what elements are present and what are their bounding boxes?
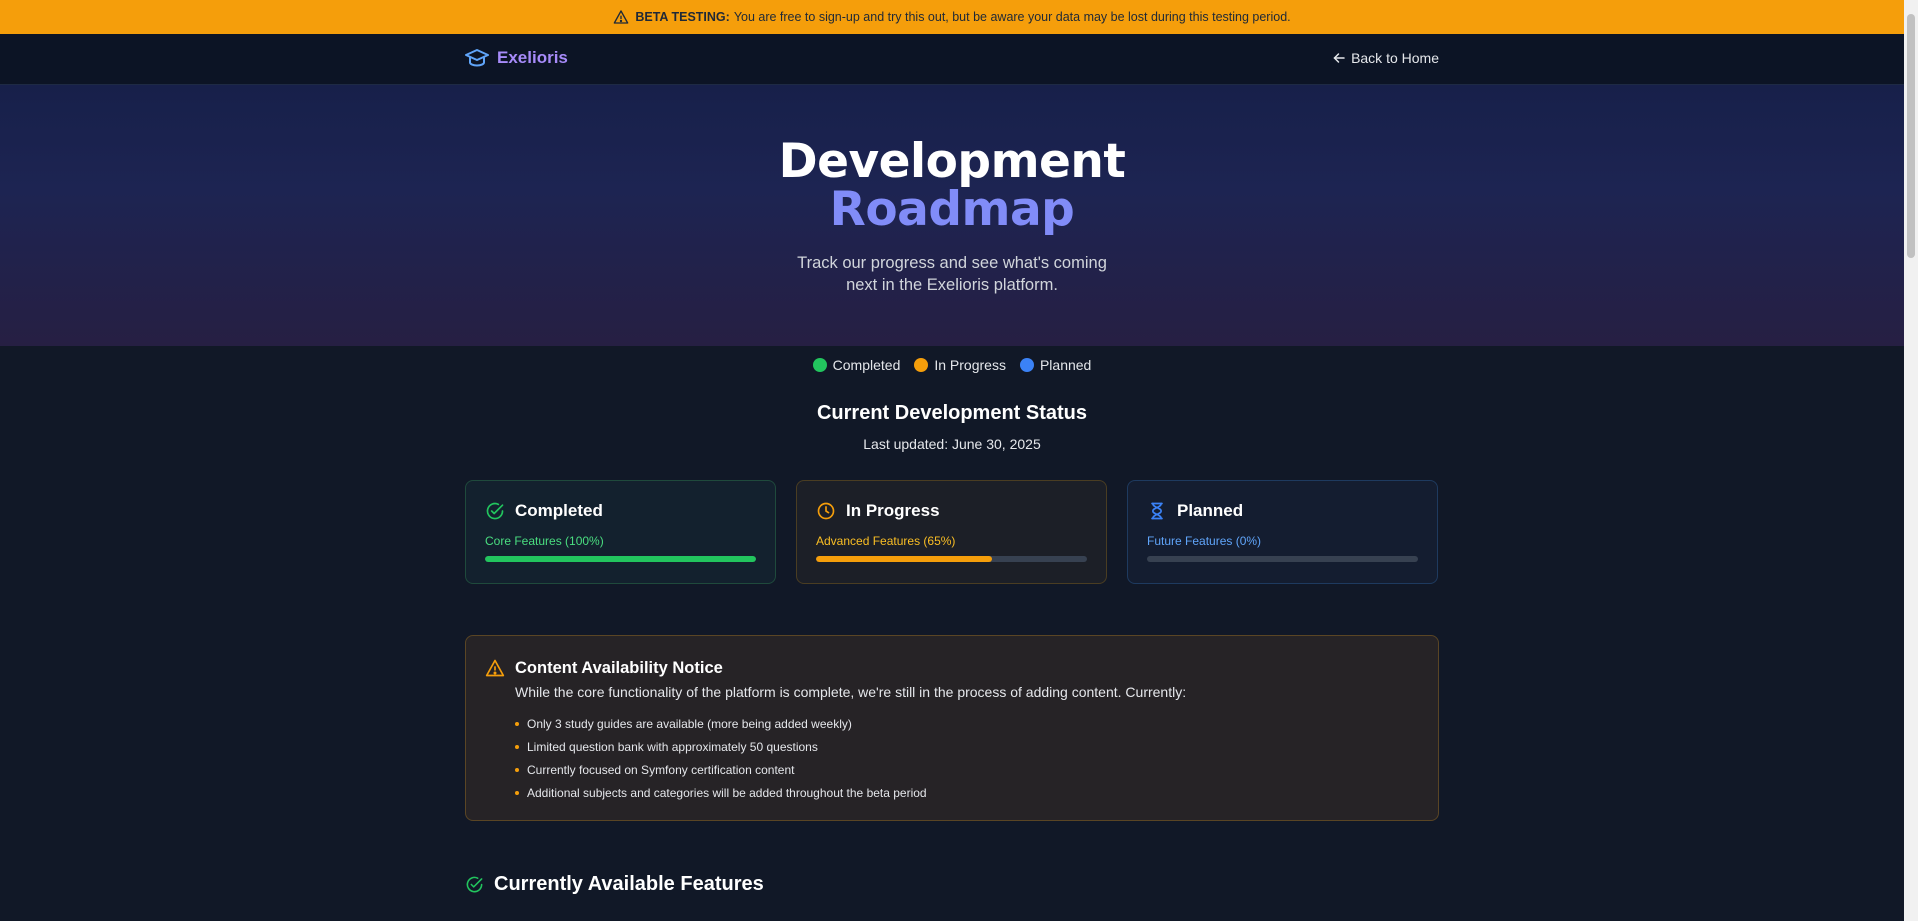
list-item: Limited question bank with approximately…: [515, 735, 1419, 758]
beta-text: You are free to sign-up and try this out…: [733, 10, 1291, 24]
legend-item-planned: Planned: [1019, 357, 1092, 373]
status-card-in-progress: In Progress Advanced Features (65%): [796, 480, 1107, 584]
navbar: Exelioris Back to Home: [0, 34, 1904, 85]
legend-label: Planned: [1039, 357, 1092, 373]
notice-title: Content Availability Notice: [515, 658, 723, 677]
legend-dot-planned: [1019, 358, 1034, 372]
content-availability-notice: Content Availability Notice While the co…: [465, 635, 1439, 821]
brand-name: Exelioris: [497, 48, 568, 67]
status-cards: Completed Core Features (100%) In Progre…: [465, 480, 1439, 584]
card-subtitle: Advanced Features (65%): [816, 534, 956, 548]
hero-section: Development Roadmap Track our progress a…: [0, 85, 1904, 346]
beta-label: BETA TESTING:: [635, 10, 730, 24]
warning-triangle-icon: [614, 10, 629, 24]
list-item: Additional subjects and categories will …: [515, 781, 1419, 804]
legend-item-completed: Completed: [812, 357, 901, 373]
card-title: Planned: [1177, 501, 1244, 520]
progress-bar: [1147, 556, 1418, 562]
brand-logo[interactable]: Exelioris: [465, 48, 568, 68]
card-subtitle: Future Features (0%): [1147, 534, 1262, 548]
back-to-home-label: Back to Home: [1351, 50, 1439, 66]
arrow-left-icon: [1333, 53, 1345, 63]
back-to-home-link[interactable]: Back to Home: [1333, 50, 1439, 66]
check-circle-icon: [486, 502, 504, 520]
warning-triangle-icon: [485, 659, 505, 677]
features-title: Currently Available Features: [494, 873, 764, 895]
status-card-planned: Planned Future Features (0%): [1127, 480, 1438, 584]
available-features-heading: Currently Available Features: [465, 873, 764, 896]
page-title-line2: Roadmap: [829, 182, 1075, 237]
list-item: Only 3 study guides are available (more …: [515, 712, 1419, 735]
legend-label: In Progress: [934, 357, 1006, 373]
card-title: In Progress: [846, 501, 940, 520]
progress-bar: [485, 556, 756, 562]
beta-banner: BETA TESTING: You are free to sign-up and…: [0, 0, 1904, 34]
status-legend: Completed In Progress Planned: [0, 346, 1904, 373]
progress-fill: [485, 556, 756, 562]
graduation-cap-icon: [465, 49, 489, 67]
status-title: Current Development Status: [816, 402, 1088, 424]
last-updated: Last updated: June 30, 2025: [863, 436, 1041, 452]
legend-item-in-progress: In Progress: [914, 357, 1006, 373]
notice-text: While the core functionality of the plat…: [515, 684, 1187, 700]
hourglass-icon: [1151, 502, 1163, 520]
page-title: Development Roadmap: [0, 85, 1904, 234]
card-title: Completed: [515, 501, 603, 520]
progress-fill: [816, 556, 993, 562]
status-card-completed: Completed Core Features (100%): [465, 480, 776, 584]
check-circle-icon: [466, 876, 483, 893]
hero-subtitle: Track our progress and see what's coming…: [797, 254, 1107, 294]
legend-dot-completed: [812, 358, 827, 372]
notice-list: Only 3 study guides are available (more …: [515, 712, 1419, 804]
legend-label: Completed: [832, 357, 901, 373]
legend-dot-in-progress: [914, 358, 929, 372]
clock-icon: [817, 502, 835, 520]
scrollbar-thumb[interactable]: [1907, 14, 1915, 258]
progress-bar: [816, 556, 1087, 562]
list-item: Currently focused on Symfony certificati…: [515, 758, 1419, 781]
card-subtitle: Core Features (100%): [485, 534, 604, 548]
scrollbar[interactable]: [1904, 0, 1918, 921]
page-title-line1: Development: [778, 134, 1126, 189]
